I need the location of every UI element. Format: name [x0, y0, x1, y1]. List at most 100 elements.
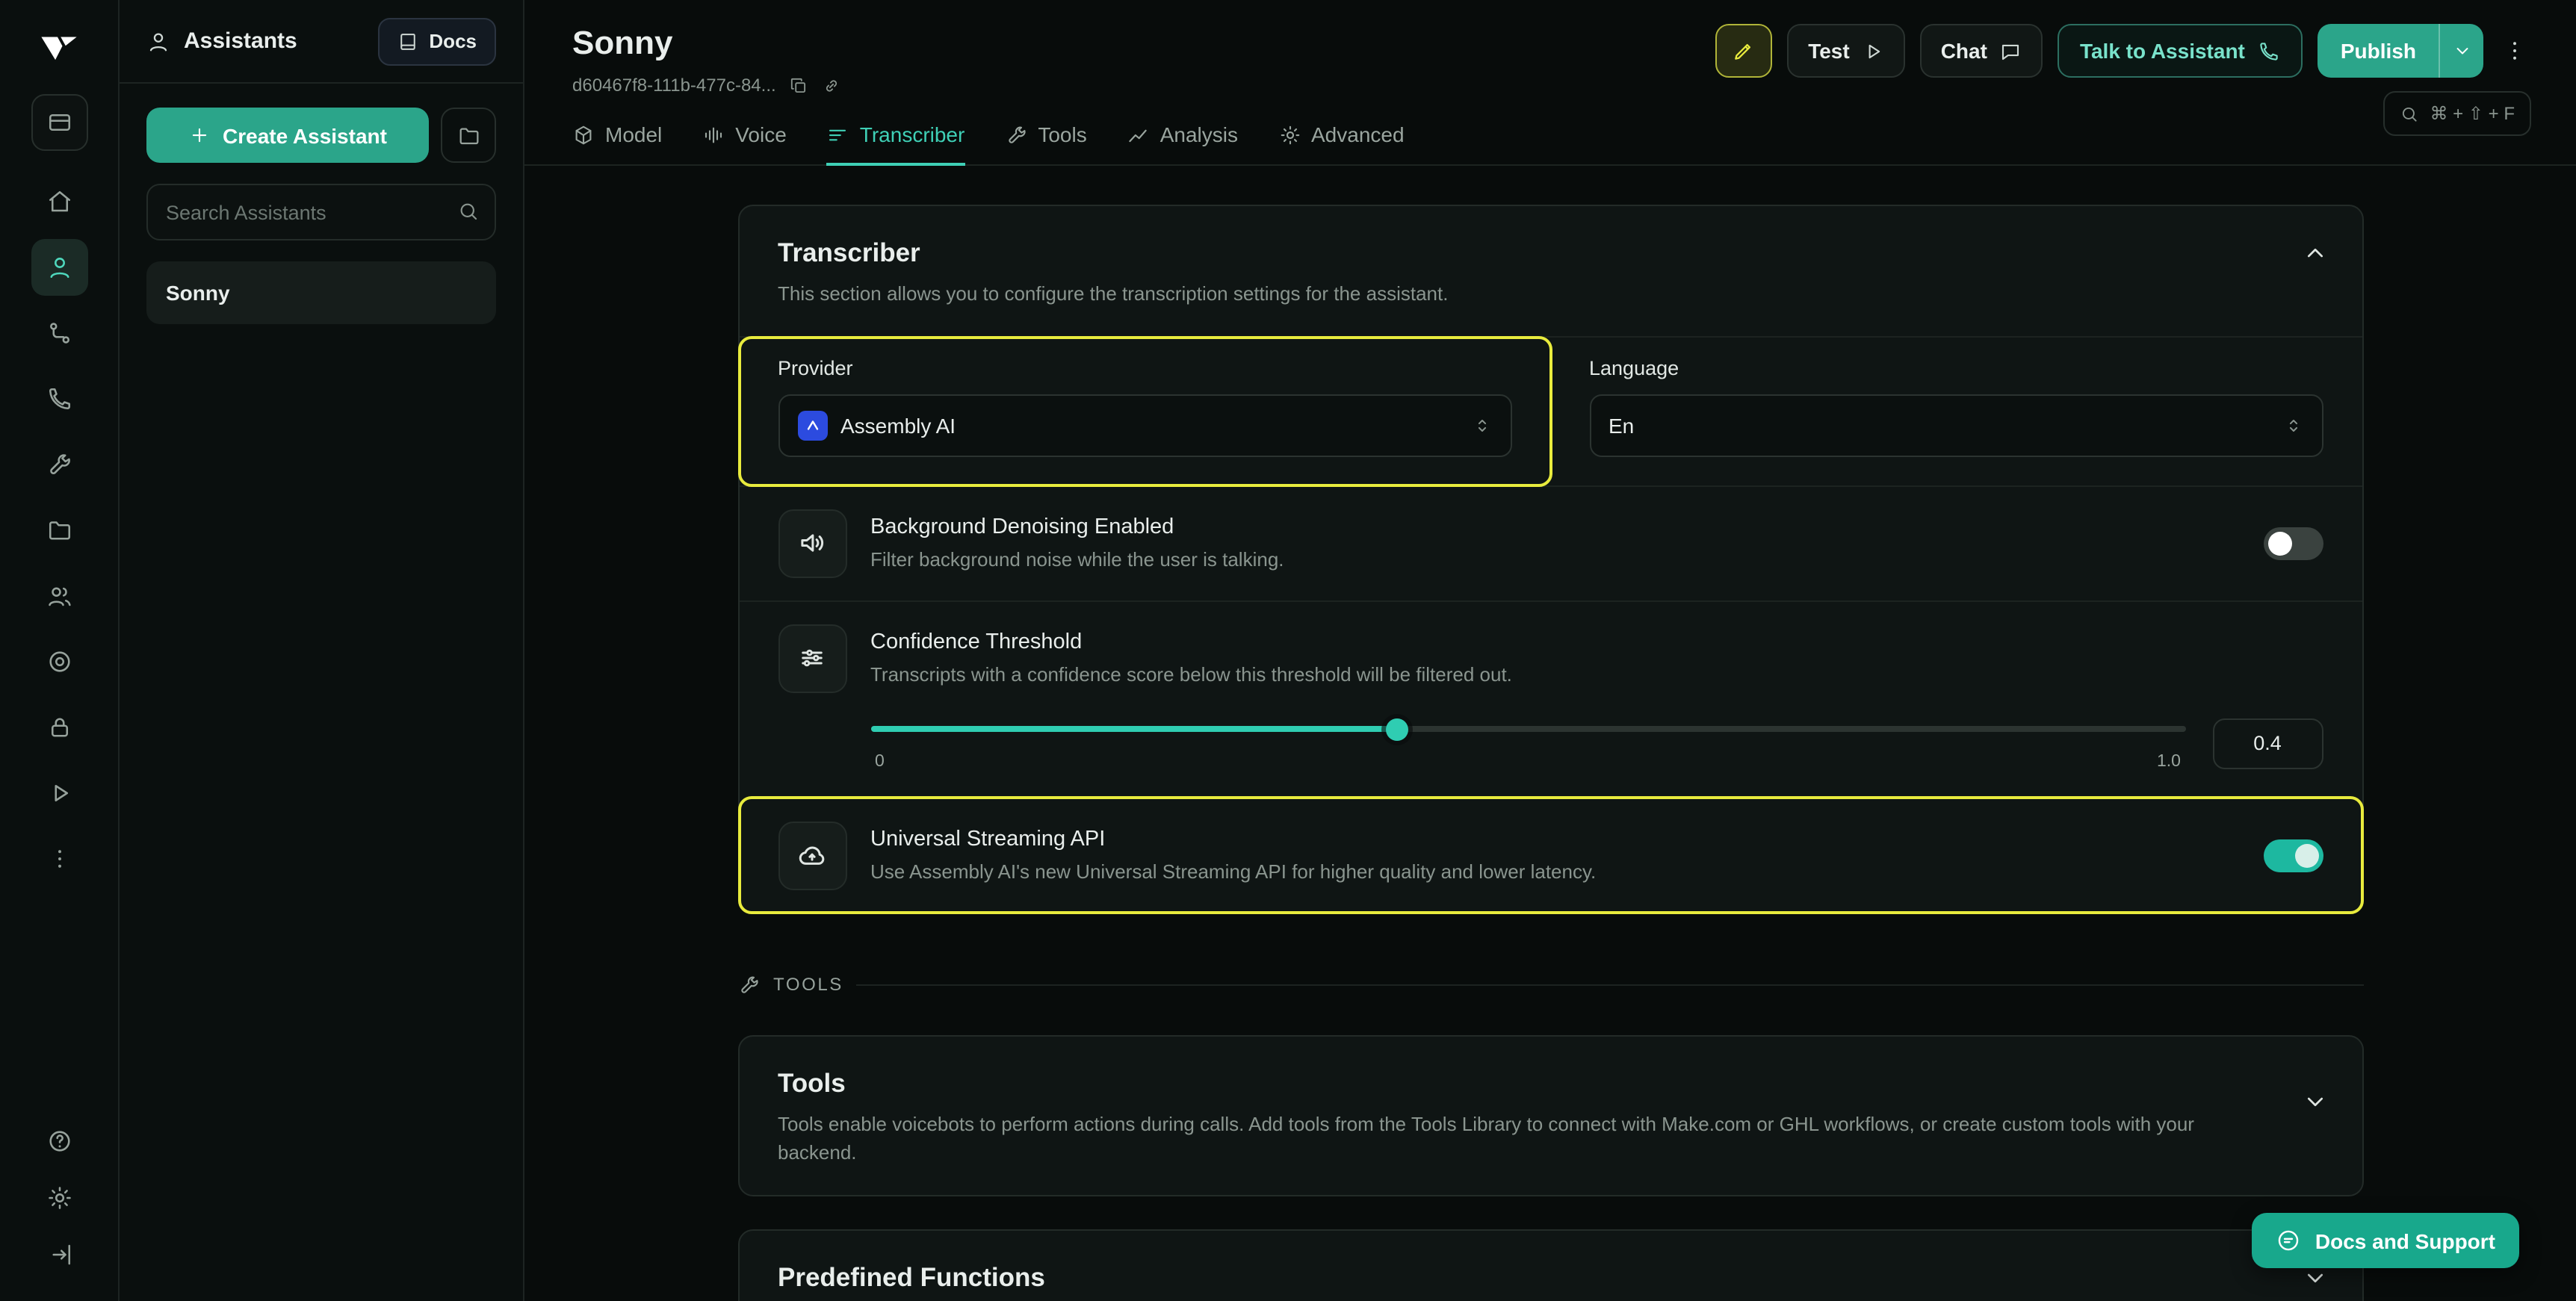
- background-denoising-toggle[interactable]: [2263, 527, 2323, 559]
- confidence-threshold-title: Confidence Threshold: [870, 630, 2323, 654]
- settings-button[interactable]: [34, 1174, 84, 1222]
- squads-nav-button[interactable]: [31, 568, 87, 624]
- tab-advanced[interactable]: Advanced: [1278, 106, 1405, 166]
- security-nav-button[interactable]: [31, 699, 87, 756]
- provider-field: Provider Assembly AI: [739, 337, 1550, 485]
- workflow-icon: [46, 320, 72, 347]
- universal-streaming-toggle[interactable]: [2263, 839, 2323, 872]
- copy-id-button[interactable]: [790, 75, 809, 95]
- link-id-button[interactable]: [823, 75, 842, 95]
- language-select[interactable]: En: [1589, 394, 2323, 456]
- confidence-threshold-text: Confidence Threshold Transcripts with a …: [870, 630, 2323, 686]
- target-icon: [46, 648, 72, 675]
- create-assistant-button[interactable]: Create Assistant: [146, 108, 429, 163]
- language-value: En: [1609, 413, 1634, 437]
- confidence-value-box[interactable]: 0.4: [2212, 718, 2323, 769]
- main-header: Sonny d60467f8-111b-477c-84... Test Chat: [524, 0, 2576, 96]
- text-lines-icon: [827, 123, 849, 146]
- tools-divider-label: TOOLS: [773, 974, 843, 995]
- assistant-search-input[interactable]: [146, 184, 496, 240]
- confidence-threshold-description: Transcripts with a confidence score belo…: [870, 663, 2323, 686]
- test-button-label: Test: [1808, 39, 1850, 63]
- slider-labels: 0 1.0: [870, 752, 2185, 770]
- observe-nav-button[interactable]: [31, 633, 87, 690]
- provider-language-row: Provider Assembly AI Language En: [739, 335, 2362, 485]
- transcriber-card-header: Transcriber This section allows you to c…: [739, 206, 2362, 335]
- more-nav-button[interactable]: [31, 830, 87, 887]
- files-nav-button[interactable]: [31, 502, 87, 559]
- provider-label: Provider: [778, 356, 1511, 379]
- edit-assistant-button[interactable]: [1715, 24, 1772, 78]
- help-button[interactable]: [34, 1117, 84, 1165]
- toggle-knob: [2267, 531, 2291, 555]
- header-more-button[interactable]: [2498, 24, 2531, 78]
- assistant-name: Sonny: [166, 281, 230, 305]
- logout-button[interactable]: [34, 1231, 84, 1279]
- play-icon: [1862, 40, 1884, 62]
- assistant-id: d60467f8-111b-477c-84...: [572, 75, 776, 96]
- assistants-nav-button[interactable]: [31, 239, 87, 296]
- cloud-icon-box: [778, 821, 846, 889]
- build-nav-button[interactable]: [31, 436, 87, 493]
- search-shortcut-button[interactable]: ⌘ + ⇧ + F: [2384, 91, 2532, 136]
- home-nav-button[interactable]: [31, 173, 87, 230]
- slider-knob[interactable]: [1385, 718, 1408, 740]
- tab-voice[interactable]: Voice: [702, 106, 787, 166]
- assembly-ai-logo: [797, 410, 827, 440]
- language-label: Language: [1589, 356, 2323, 379]
- assistants-panel-header: Assistants Docs: [120, 0, 523, 84]
- search-shortcut-label: ⌘ + ⇧ + F: [2430, 103, 2515, 124]
- gear-icon: [46, 1184, 72, 1211]
- copy-icon: [790, 75, 809, 95]
- test-suites-nav-button[interactable]: [31, 765, 87, 822]
- wrench-icon: [737, 973, 760, 996]
- transcriber-collapse-button[interactable]: [2300, 239, 2329, 267]
- tab-model[interactable]: Model: [572, 106, 662, 166]
- talk-to-assistant-button[interactable]: Talk to Assistant: [2058, 24, 2303, 78]
- panel-title: Assistants: [184, 28, 297, 54]
- assistant-search: [146, 184, 496, 240]
- lock-icon: [46, 714, 72, 741]
- publish-menu-button[interactable]: [2439, 24, 2483, 78]
- divider-line: [857, 984, 2363, 985]
- rail-bottom: [34, 1113, 84, 1283]
- chat-bubble-icon: [1999, 40, 2022, 62]
- tab-analysis[interactable]: Analysis: [1127, 106, 1238, 166]
- workspace-switcher-button[interactable]: [31, 94, 87, 151]
- test-button[interactable]: Test: [1787, 24, 1905, 78]
- vapi-logo[interactable]: [29, 21, 89, 72]
- docs-and-support-button[interactable]: Docs and Support: [2253, 1213, 2519, 1268]
- pencil-icon: [1732, 39, 1756, 63]
- chevron-up-icon: [2300, 239, 2329, 267]
- tools-card: Tools Tools enable voicebots to perform …: [737, 1034, 2363, 1196]
- publish-button-label: Publish: [2341, 39, 2416, 63]
- assistant-folders-button[interactable]: [441, 108, 496, 163]
- nav-rail: [0, 0, 120, 1301]
- book-icon: [397, 31, 418, 52]
- assistant-list-item[interactable]: Sonny: [146, 261, 496, 324]
- panel-actions: Create Assistant: [120, 84, 523, 166]
- tab-analysis-label: Analysis: [1160, 122, 1238, 146]
- cube-icon: [572, 123, 595, 146]
- background-denoising-description: Filter background noise while the user i…: [870, 548, 2263, 571]
- tab-transcriber[interactable]: Transcriber: [827, 106, 965, 166]
- docs-and-support-label: Docs and Support: [2315, 1229, 2495, 1252]
- publish-button[interactable]: Publish: [2318, 24, 2439, 78]
- phone-nav-button[interactable]: [31, 370, 87, 427]
- provider-select[interactable]: Assembly AI: [778, 394, 1511, 456]
- chat-button[interactable]: Chat: [1920, 24, 2043, 78]
- tab-tools[interactable]: Tools: [1005, 106, 1086, 166]
- phone-icon: [46, 385, 72, 412]
- assistant-tabs: Model Voice Transcriber Tools Analysis A…: [524, 106, 2576, 166]
- docs-button[interactable]: Docs: [378, 17, 496, 65]
- tools-expand-button[interactable]: [2300, 1087, 2329, 1115]
- predefined-card-header: Predefined Functions We've pre-built fun…: [739, 1230, 2362, 1301]
- universal-streaming-text: Universal Streaming API Use Assembly AI'…: [870, 828, 2263, 883]
- volume-icon-box: [778, 509, 846, 577]
- confidence-slider[interactable]: [870, 716, 2185, 742]
- search-icon: [457, 200, 480, 223]
- folder-icon: [456, 123, 480, 147]
- confidence-threshold-row: Confidence Threshold Transcripts with a …: [739, 600, 2362, 797]
- users-icon: [46, 583, 72, 609]
- workflows-nav-button[interactable]: [31, 305, 87, 361]
